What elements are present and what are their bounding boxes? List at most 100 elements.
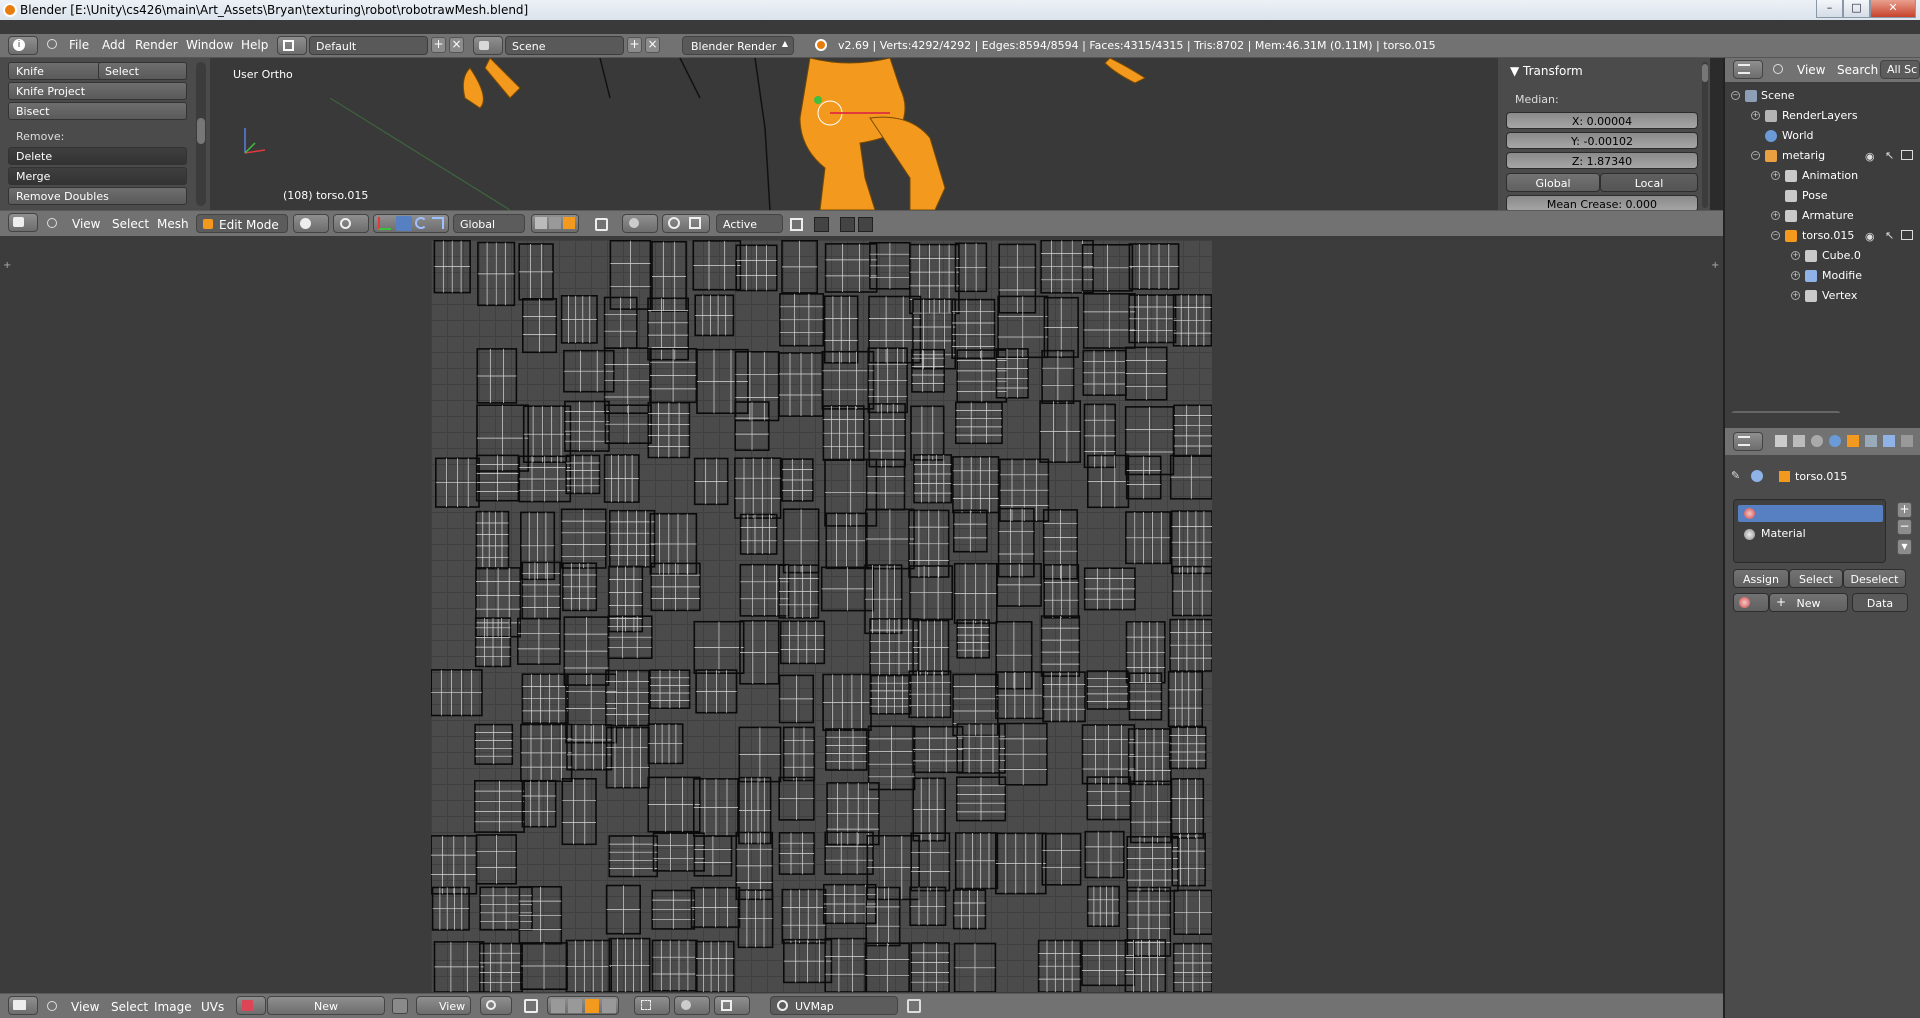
tab-render-layers-icon[interactable] [1793, 435, 1805, 447]
tab-modifiers-icon[interactable] [1883, 435, 1895, 447]
area-divider[interactable] [1723, 58, 1725, 1018]
3d-viewport[interactable]: User Ortho (108) torso.015 [210, 58, 1500, 210]
image-browse-button[interactable] [236, 996, 266, 1015]
select-arrow-icon[interactable]: ↖ [1885, 149, 1894, 162]
toolshelf-scrollbar[interactable] [196, 62, 206, 206]
bisect-button[interactable]: Bisect [8, 102, 187, 120]
outliner-item-torso[interactable]: − torso.015 ◉ ↖ [1725, 226, 1920, 246]
remove-layout-icon[interactable]: × [449, 37, 464, 53]
snap-target-dropdown[interactable]: Active [716, 214, 783, 233]
outliner-item-renderlayers[interactable]: + RenderLayers [1725, 106, 1920, 126]
uv-pivot-dropdown[interactable] [480, 996, 512, 1015]
collapse-menus-icon[interactable] [47, 39, 57, 49]
knife-button[interactable]: Knife [8, 62, 102, 80]
tab-data-icon[interactable] [1901, 435, 1913, 447]
uv-image-editor[interactable]: + + [0, 236, 1725, 993]
outliner-item-world[interactable]: World [1725, 126, 1920, 146]
uv-select-mode-buttons[interactable] [547, 996, 619, 1015]
snap-element-icon[interactable] [689, 217, 701, 229]
menu-render[interactable]: Render [135, 38, 178, 52]
manipulator-icon[interactable] [378, 217, 391, 230]
collapse-menus-icon[interactable] [47, 1001, 57, 1011]
merge-dropdown[interactable]: Merge [8, 167, 187, 185]
pin-icon[interactable]: ✎ [1731, 469, 1745, 483]
outliner-item-metarig[interactable]: − metarig ◉ ↖ [1725, 146, 1920, 166]
snap-icon[interactable] [668, 217, 680, 229]
screen-layout-button[interactable] [277, 36, 307, 55]
outliner-item-vertex-groups[interactable]: + Vertex [1725, 286, 1920, 306]
render-preview-icon[interactable] [814, 217, 829, 232]
uv-menu-select[interactable]: Select [111, 1000, 148, 1014]
visibility-eye-icon[interactable]: ◉ [1865, 230, 1875, 243]
add-material-slot-icon[interactable]: + [1897, 502, 1912, 518]
material-link-dropdown[interactable]: Data [1852, 593, 1908, 612]
assign-button[interactable]: Assign [1733, 569, 1789, 588]
outliner-menu-view[interactable]: View [1797, 63, 1825, 77]
add-scene-icon[interactable]: + [627, 37, 642, 53]
tab-scene-icon[interactable] [1811, 435, 1823, 447]
orientation-dropdown[interactable]: Global [453, 214, 525, 233]
median-z-field[interactable]: Z: 1.87340 [1506, 152, 1698, 169]
uvmap-field[interactable]: UVMap [770, 996, 898, 1015]
median-x-field[interactable]: X: 0.00004 [1506, 112, 1698, 129]
3d-menu-select[interactable]: Select [112, 217, 149, 231]
new-image-button[interactable]: New [267, 996, 385, 1015]
manipulator-buttons[interactable] [373, 214, 449, 233]
snap-align-icon[interactable] [790, 218, 803, 231]
material-slot-list[interactable]: Material [1733, 499, 1886, 563]
mode-dropdown[interactable]: Edit Mode [196, 214, 288, 233]
outliner-item-animation[interactable]: + Animation [1725, 166, 1920, 186]
tab-world-icon[interactable] [1829, 435, 1841, 447]
render-camera-icon[interactable] [1901, 230, 1913, 240]
npanel-scrollbar[interactable] [1702, 62, 1708, 208]
tab-object-icon[interactable] [1847, 435, 1859, 447]
uv-grid[interactable] [430, 239, 1213, 993]
region-expand-left-icon[interactable]: + [3, 260, 11, 271]
info-editor-type-button[interactable]: i [8, 36, 38, 55]
remove-material-slot-icon[interactable]: − [1897, 519, 1912, 535]
scene-field[interactable]: Scene [505, 36, 624, 55]
layer-buttons[interactable] [531, 214, 579, 233]
outliner-item-armature[interactable]: + Armature [1725, 206, 1920, 226]
uv-menu-view[interactable]: View [71, 1000, 99, 1014]
local-toggle[interactable]: Local [1600, 173, 1698, 192]
material-browse-button[interactable] [1733, 593, 1769, 612]
visibility-eye-icon[interactable]: ◉ [1865, 150, 1875, 163]
edge-select-icon[interactable] [549, 217, 561, 229]
outliner[interactable]: View Search All Sc − Scene + RenderLayer… [1725, 58, 1920, 419]
npanel-scroll-thumb[interactable] [1702, 64, 1708, 82]
knife-project-button[interactable]: Knife Project [8, 82, 187, 100]
scene-browse-button[interactable] [473, 36, 503, 55]
uv-vertex-mode-icon[interactable] [551, 999, 565, 1013]
maximize-button[interactable]: □ [1843, 0, 1870, 18]
uv-menu-uvs[interactable]: UVs [201, 1000, 224, 1014]
minimize-button[interactable]: – [1816, 0, 1843, 18]
select-arrow-icon[interactable]: ↖ [1885, 229, 1894, 242]
rotate-icon[interactable] [415, 217, 427, 229]
snap-buttons[interactable] [662, 214, 710, 233]
uv-snap-dropdown[interactable] [714, 996, 750, 1015]
median-y-field[interactable]: Y: -0.00102 [1506, 132, 1698, 149]
sticky-selection-dropdown[interactable] [634, 996, 670, 1015]
menu-file[interactable]: File [69, 38, 89, 52]
screenshot-icon[interactable] [840, 217, 855, 232]
translate-icon[interactable] [396, 216, 412, 231]
global-toggle[interactable]: Global [1506, 173, 1600, 192]
add-layout-icon[interactable]: + [431, 37, 446, 53]
delete-dropdown[interactable]: Delete [8, 147, 187, 165]
outliner-item-cube[interactable]: + Cube.0 [1725, 246, 1920, 266]
uv-edge-mode-icon[interactable] [568, 999, 582, 1013]
toolshelf-scroll-thumb[interactable] [197, 118, 205, 144]
3d-menu-mesh[interactable]: Mesh [157, 217, 189, 231]
uv-proportional-dropdown[interactable] [674, 996, 710, 1015]
transform-panel-title[interactable]: ▼ Transform [1510, 64, 1583, 78]
outliner-display-mode-dropdown[interactable]: All Sc [1880, 60, 1920, 79]
render-camera-icon[interactable] [1901, 150, 1913, 160]
tab-render-icon[interactable] [1775, 435, 1787, 447]
pivot-dropdown[interactable] [333, 214, 369, 233]
material-slot-selected[interactable] [1738, 505, 1883, 522]
face-select-icon[interactable] [563, 217, 575, 229]
remove-doubles-button[interactable]: Remove Doubles [8, 187, 187, 205]
image-view-dropdown[interactable]: View [416, 996, 471, 1015]
occlude-geometry-icon[interactable] [595, 218, 608, 231]
